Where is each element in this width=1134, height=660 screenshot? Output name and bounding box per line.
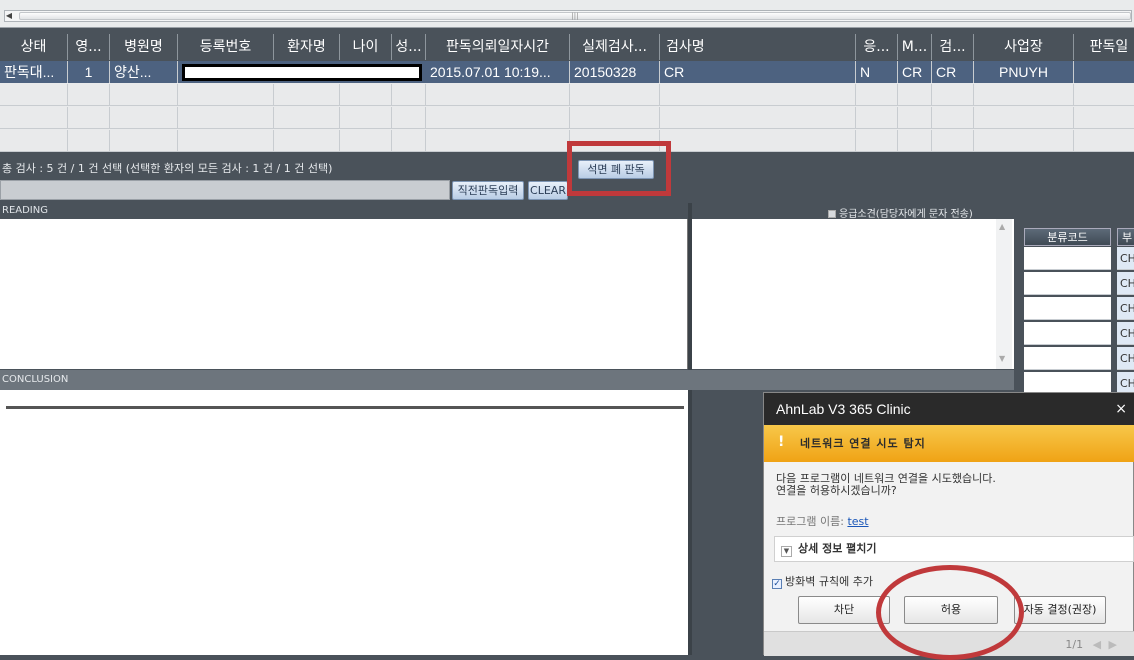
cell-status: 판독대... [0, 61, 68, 83]
conclusion-section-title: CONCLUSION [0, 370, 1014, 390]
redacted-patient-info [182, 64, 422, 81]
program-name-row: 프로그램 이름: test [776, 513, 869, 529]
classification-code-panel: 분류코드 부 CH CH CH CH CH CH [1014, 202, 1134, 402]
column-header-age[interactable]: 나이 [340, 34, 392, 60]
code-value[interactable]: CH [1117, 272, 1134, 295]
page-text: 1/1 [1065, 638, 1084, 651]
dialog-title-bar[interactable]: AhnLab V3 365 Clinic [764, 393, 1134, 425]
cell-image-count: 1 [68, 61, 110, 83]
exam-summary-bar: 총 검사 : 5 건 / 1 건 선택 (선택한 환자의 모든 검사 : 1 건… [0, 141, 1134, 202]
clear-button[interactable]: CLEAR [528, 181, 568, 200]
reading-text-area[interactable] [0, 219, 688, 369]
code-value[interactable]: CH [1117, 247, 1134, 270]
details-expander[interactable]: ▼ 상세 정보 펼치기 [774, 536, 1134, 562]
panel-divider[interactable] [688, 203, 692, 655]
exclamation-icon: ! [778, 434, 785, 450]
exam-grid-body: 판독대... 1 양산... 2015.07.01 10:19... 20150… [0, 61, 1134, 152]
column-header-reading-date[interactable]: 판독일 [1074, 34, 1134, 60]
list-item[interactable] [1024, 247, 1111, 270]
urgent-finding-checkbox[interactable]: 응급소견(담당자에게 문자 전송) [828, 205, 973, 220]
sub-code-header[interactable]: 부 [1117, 228, 1134, 246]
firewall-label: 방화벽 규칙에 추가 [785, 575, 873, 588]
column-header-sex[interactable]: 성... [392, 34, 426, 60]
scroll-up-arrow-icon[interactable]: ▲ [999, 222, 1005, 231]
cell-emergency: N [856, 61, 898, 83]
conclusion-text-area[interactable] [0, 390, 688, 655]
column-header-modality[interactable]: M... [898, 34, 932, 60]
exam-grid-header: 상태 영... 병원명 등록번호 환자명 나이 성... 판독의뢰일자시간 실제… [0, 34, 1134, 60]
column-header-status[interactable]: 상태 [0, 34, 68, 60]
cell-exam-type: CR [932, 61, 974, 83]
message-line: 연결을 허용하시겠습니까? [776, 484, 897, 497]
dialog-title: AhnLab V3 365 Clinic [776, 401, 911, 417]
next-page-icon[interactable]: ▶ [1109, 638, 1117, 651]
table-row[interactable] [0, 107, 1134, 129]
list-item[interactable] [1024, 347, 1111, 370]
cell-request-datetime: 2015.07.01 10:19... [426, 61, 570, 83]
list-item[interactable] [1024, 297, 1111, 320]
table-row[interactable] [0, 84, 1134, 106]
side-note-area[interactable]: ▲ ▼ [692, 219, 1014, 369]
scroll-left-arrow-icon[interactable]: ◀ [4, 10, 14, 22]
column-header-registration-no[interactable]: 등록번호 [178, 34, 274, 60]
scroll-down-arrow-icon[interactable]: ▼ [999, 354, 1005, 363]
annotation-highlight-ellipse [876, 565, 1024, 660]
code-value[interactable]: CH [1117, 347, 1134, 370]
dialog-message: 다음 프로그램이 네트워크 연결을 시도했습니다. 연결을 허용하시겠습니까? [776, 473, 996, 497]
column-header-request-datetime[interactable]: 판독의뢰일자시간 [426, 34, 570, 60]
checkmark-icon[interactable]: ✓ [772, 579, 782, 589]
reading-section-title: READING [2, 205, 48, 216]
list-item[interactable] [1024, 272, 1111, 295]
exam-count-summary: 총 검사 : 5 건 / 1 건 선택 (선택한 환자의 모든 검사 : 1 건… [2, 162, 333, 175]
firewall-rule-checkbox[interactable]: ✓ 방화벽 규칙에 추가 [772, 573, 873, 589]
horizontal-scrollbar[interactable]: ||| ◀ [0, 0, 1134, 28]
cell-exam-name: CR [660, 61, 856, 83]
column-header-exam-type[interactable]: 검... [932, 34, 974, 60]
chevron-down-icon[interactable]: ▼ [781, 546, 792, 557]
close-icon[interactable]: × [1115, 393, 1127, 425]
warning-banner: ! 네트워크 연결 시도 탐지 [764, 425, 1134, 462]
annotation-highlight-box [567, 141, 671, 196]
column-header-patient-name[interactable]: 환자명 [274, 34, 340, 60]
auto-decide-button[interactable]: 자동 결정(권장) [1014, 596, 1106, 624]
page-indicator: 1/1 ◀ ▶ [1065, 638, 1117, 651]
cell-exam-date: 20150328 [570, 61, 660, 83]
program-name-link[interactable]: test [847, 515, 868, 528]
classification-code-header[interactable]: 분류코드 [1024, 228, 1111, 246]
program-name-label: 프로그램 이름: [776, 515, 844, 528]
column-header-site[interactable]: 사업장 [974, 34, 1074, 60]
column-header-image[interactable]: 영... [68, 34, 110, 60]
prev-page-icon[interactable]: ◀ [1093, 638, 1101, 651]
column-header-exam-date[interactable]: 실제검사... [570, 34, 660, 60]
code-value[interactable]: CH [1117, 322, 1134, 345]
list-item[interactable] [1024, 322, 1111, 345]
warning-text: 네트워크 연결 시도 탐지 [800, 437, 926, 450]
cell-site: PNUYH [974, 61, 1074, 83]
recent-reading-button[interactable]: 직전판독입력 [452, 181, 524, 200]
column-header-exam-name[interactable]: 검사명 [660, 34, 856, 60]
reading-input-field[interactable] [0, 180, 450, 200]
divider [6, 406, 684, 409]
cell-reading-date [1074, 61, 1134, 83]
checkbox-icon[interactable] [828, 210, 836, 218]
details-label: 상세 정보 펼치기 [798, 542, 877, 555]
scrollbar-thumb[interactable]: ||| [19, 12, 1131, 20]
cell-modality: CR [898, 61, 932, 83]
code-value[interactable]: CH [1117, 297, 1134, 320]
table-row[interactable]: 판독대... 1 양산... 2015.07.01 10:19... 20150… [0, 61, 1134, 83]
cell-hospital: 양산... [110, 61, 178, 83]
side-note-scrollbar[interactable]: ▲ ▼ [996, 219, 1012, 369]
column-header-emergency[interactable]: 응... [856, 34, 898, 60]
column-header-hospital[interactable]: 병원명 [110, 34, 178, 60]
scrollbar-track[interactable]: ||| [4, 10, 1132, 22]
